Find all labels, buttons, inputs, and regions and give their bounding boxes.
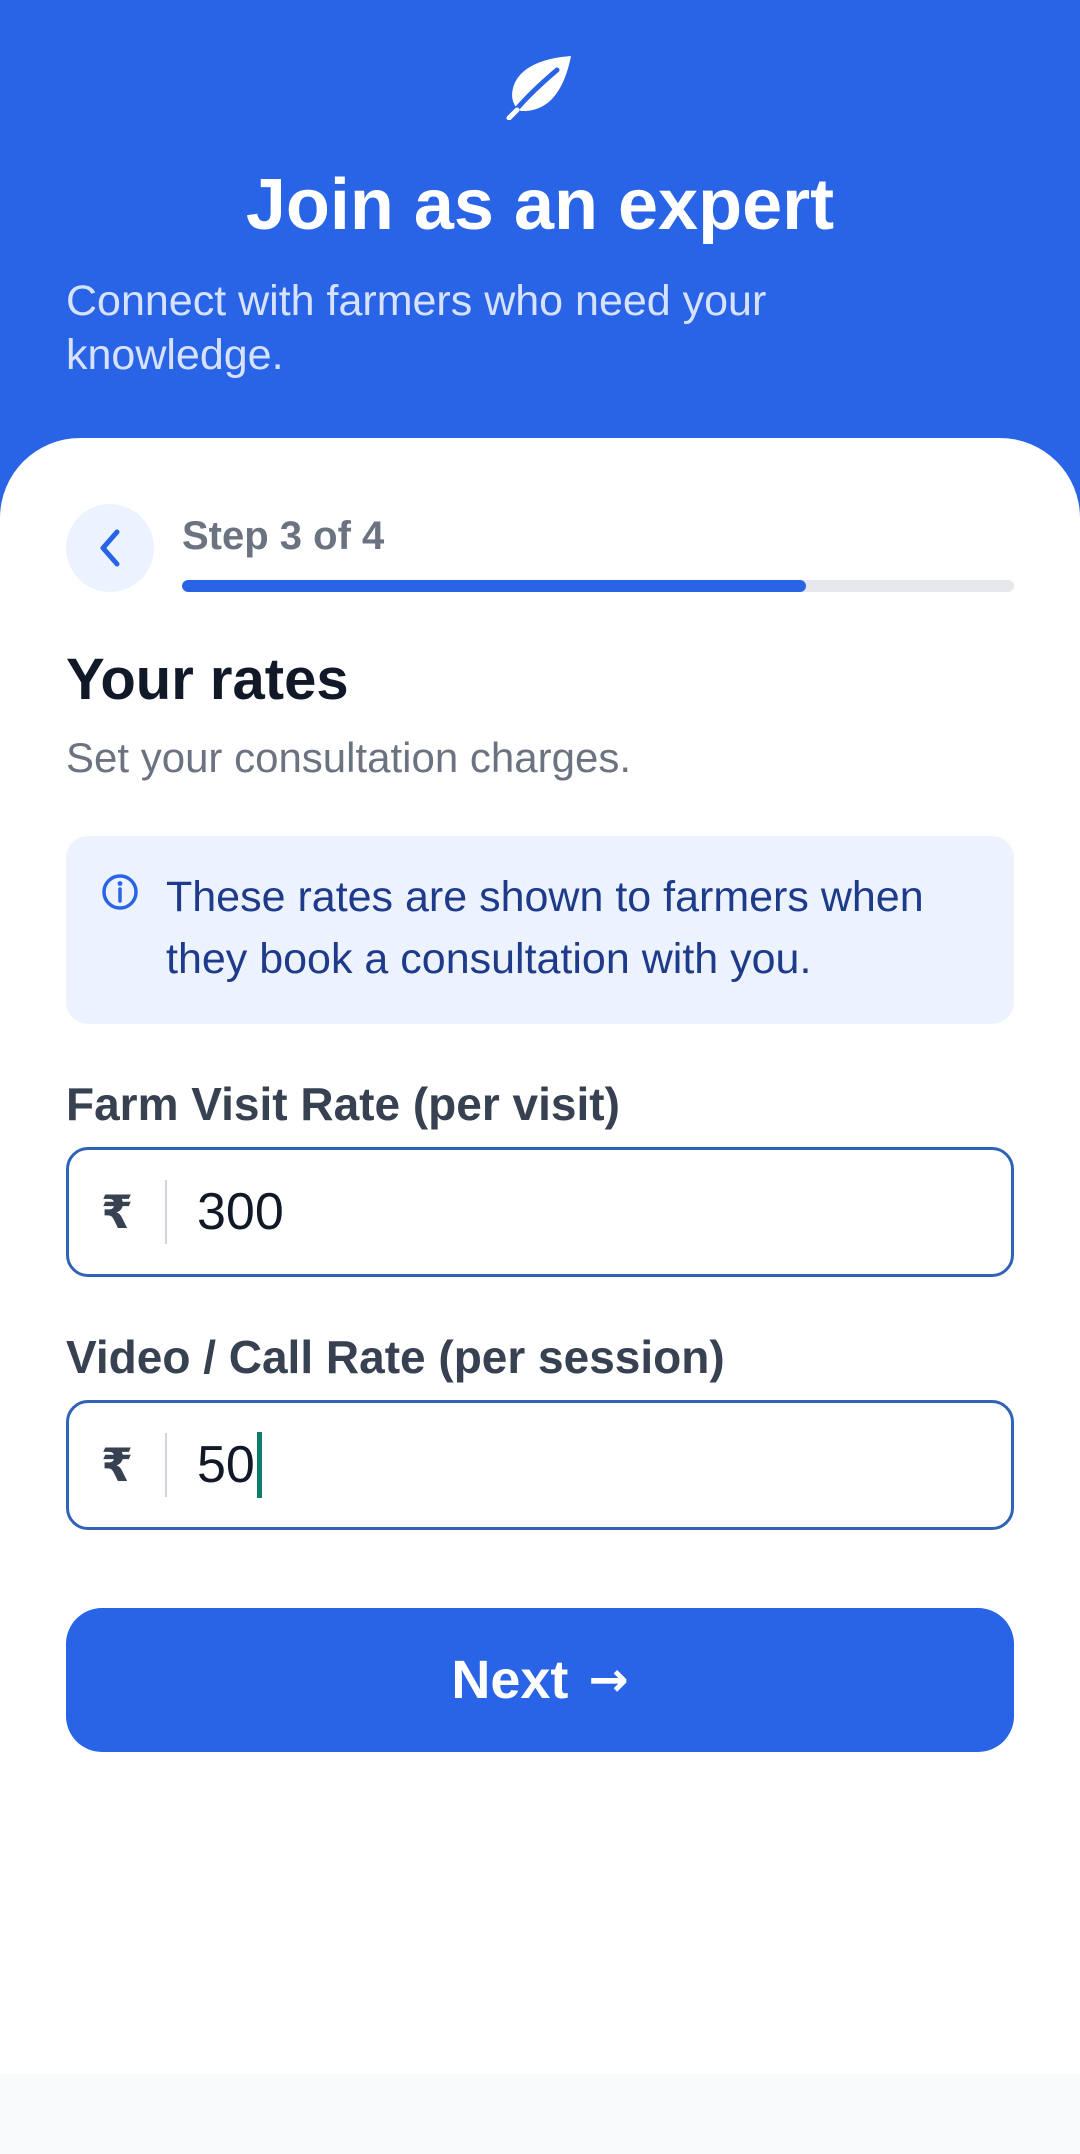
input-divider (165, 1433, 167, 1497)
farm-visit-rate-value[interactable]: 300 (197, 1150, 284, 1274)
rupee-symbol: ₹ (101, 1185, 134, 1239)
text-cursor (256, 1432, 262, 1498)
bottom-area (0, 2074, 1080, 2154)
progress-fill (182, 580, 806, 592)
video-call-rate-value: 50 (197, 1436, 255, 1494)
next-button-label: Next (451, 1650, 569, 1710)
leaf-icon (506, 56, 571, 120)
info-text: These rates are shown to farmers when th… (166, 873, 924, 983)
page-subtitle: Connect with farmers who need your knowl… (66, 277, 767, 379)
section-subtitle: Set your consultation charges. (66, 734, 631, 781)
video-call-rate-field[interactable]: 50 (197, 1403, 262, 1527)
arrow-right-icon: → (588, 1652, 629, 1708)
chevron-left-icon (100, 529, 120, 567)
video-call-rate-input[interactable]: ₹ 50 (66, 1400, 1014, 1530)
back-button[interactable] (66, 504, 154, 592)
section-title: Your rates (66, 647, 349, 712)
video-call-rate-label: Video / Call Rate (per session) (66, 1331, 725, 1383)
farm-visit-rate-label: Farm Visit Rate (per visit) (66, 1078, 620, 1130)
info-icon (102, 874, 138, 910)
input-divider (165, 1180, 167, 1244)
farm-visit-rate-input[interactable]: ₹ 300 (66, 1147, 1014, 1277)
info-banner: These rates are shown to farmers when th… (66, 836, 1014, 1024)
page-title: Join as an expert (245, 165, 835, 245)
progress-bar (182, 580, 1014, 592)
step-indicator: Step 3 of 4 (182, 514, 385, 558)
rupee-symbol: ₹ (101, 1438, 134, 1492)
next-button[interactable]: Next → (66, 1608, 1014, 1752)
